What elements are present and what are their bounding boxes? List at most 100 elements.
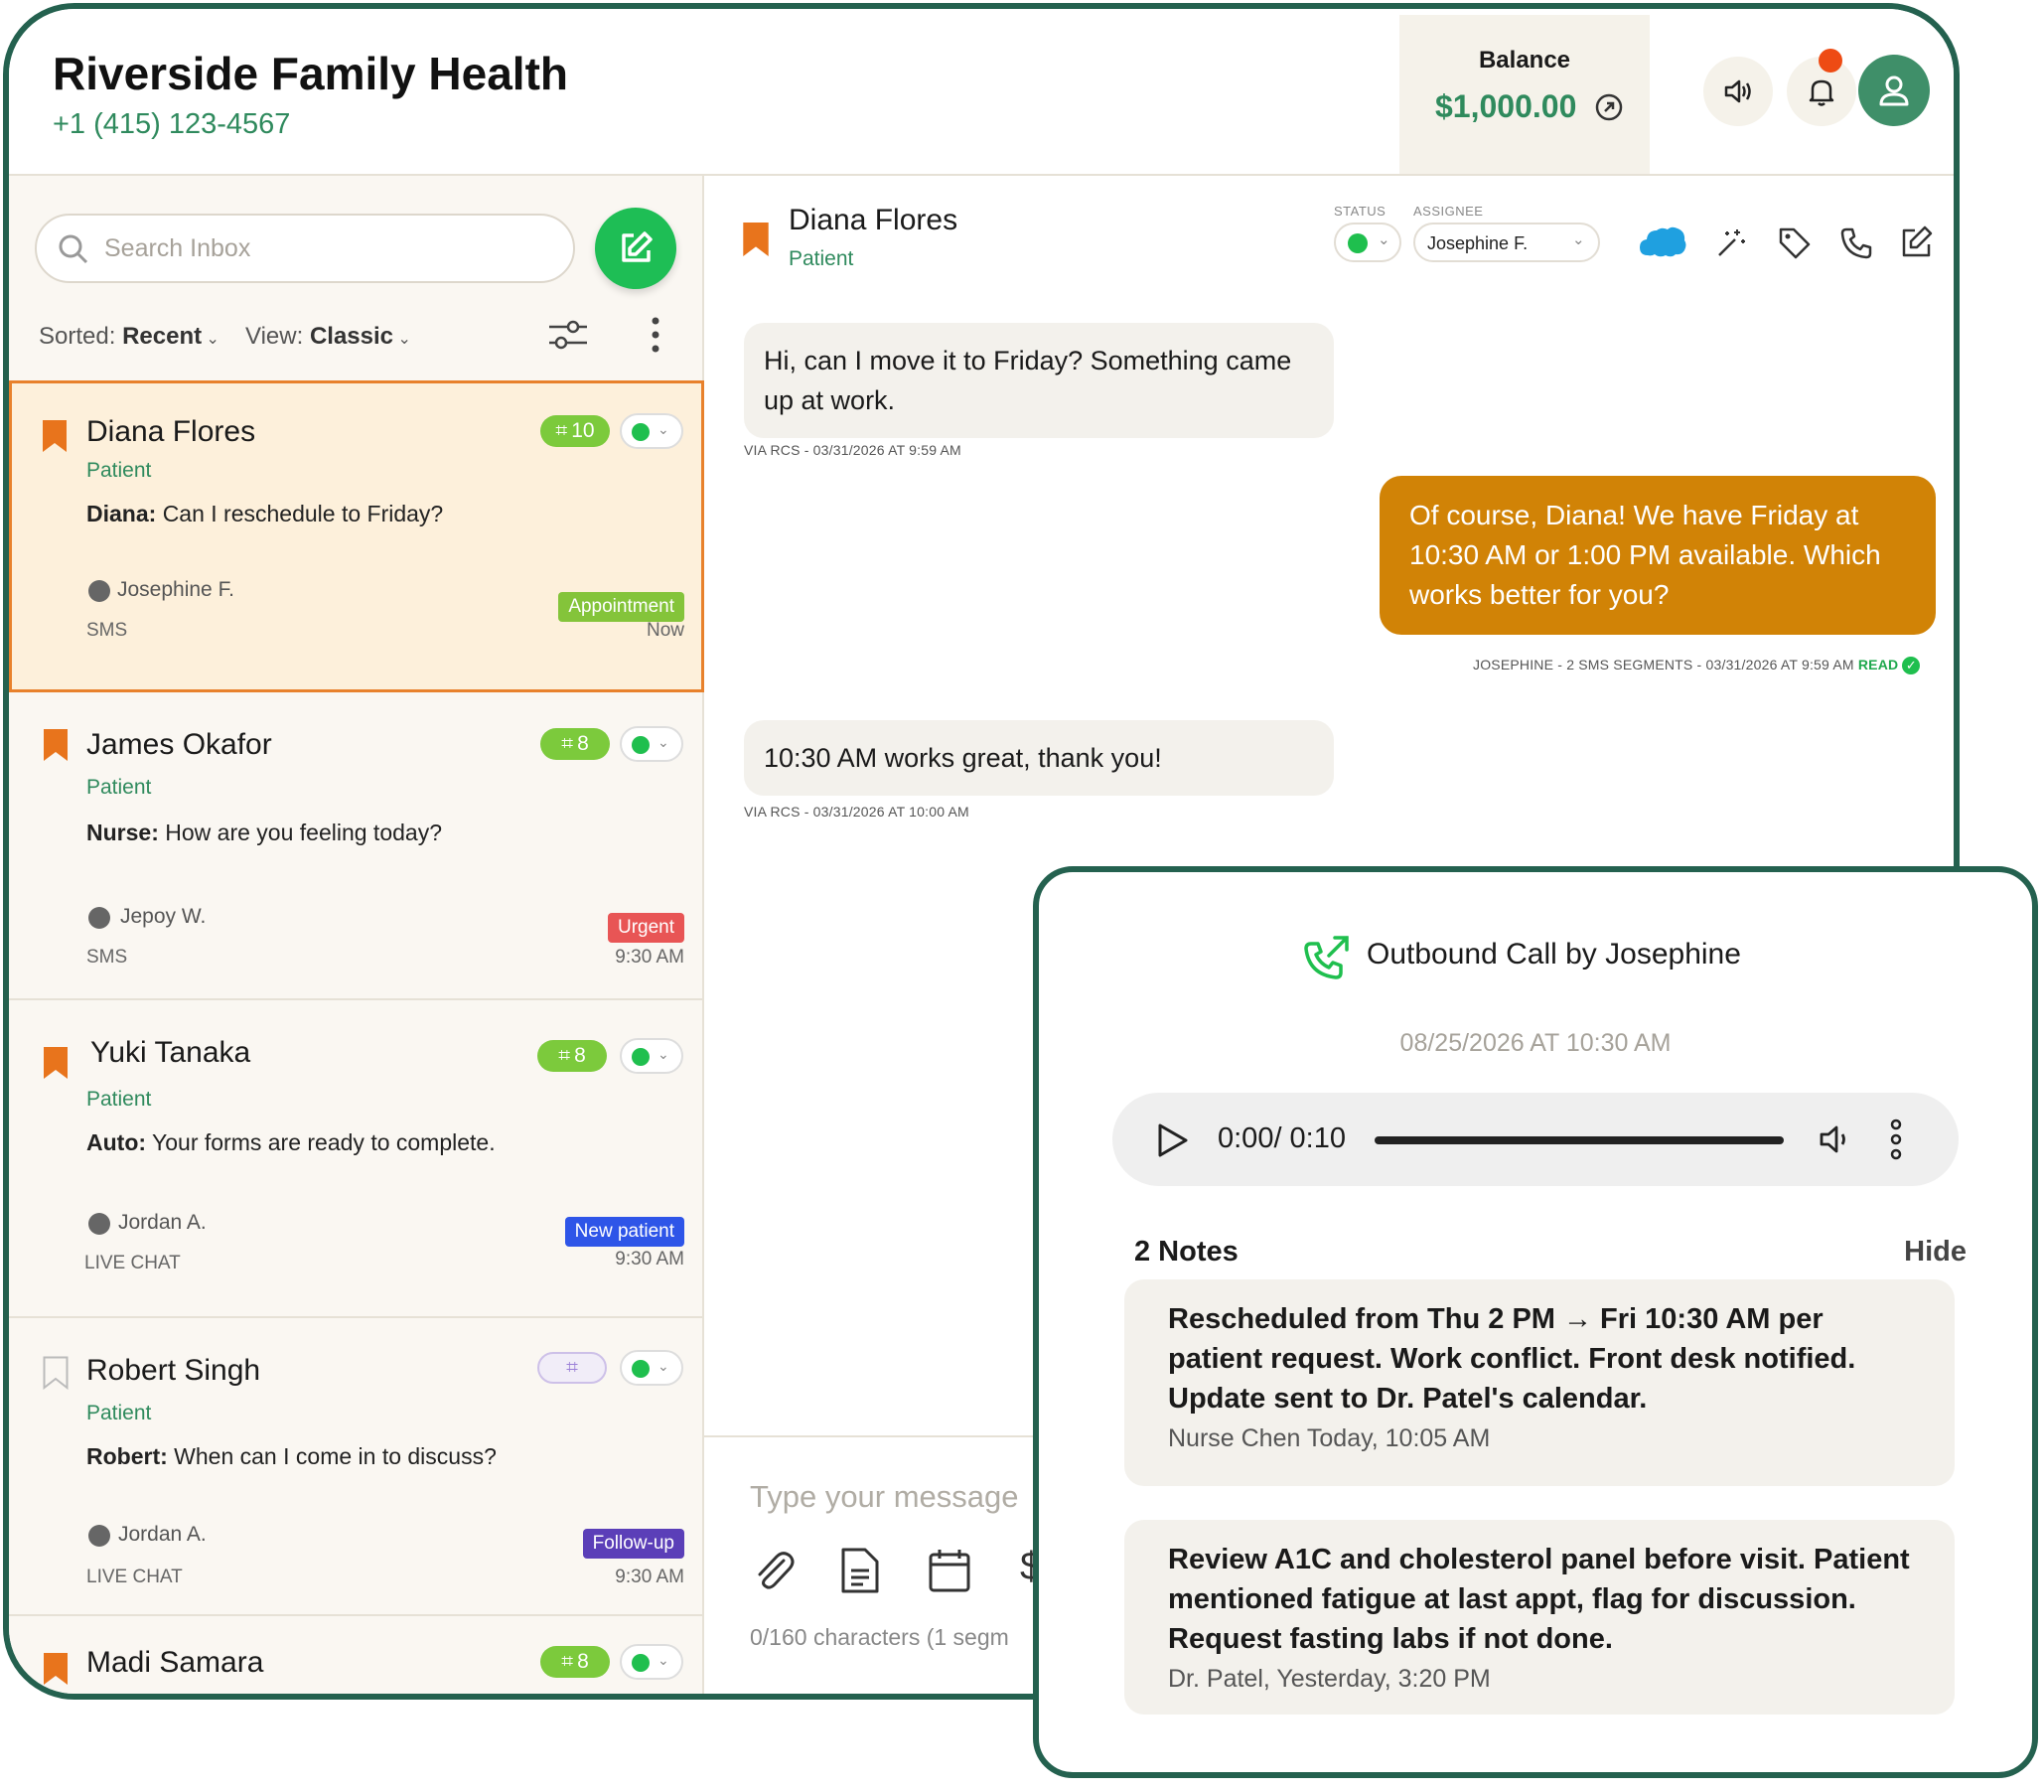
status-toggle[interactable]: ⌄ [620,1644,683,1680]
agent-name: Jepoy W. [120,905,207,928]
ai-scan-icon: ⌗ [566,1356,578,1379]
sort-dropdown[interactable]: Sorted: Recent ⌄ [39,323,219,351]
count-badge: ⌗ 10 [540,415,610,447]
hide-notes-button[interactable]: Hide [1904,1236,1967,1269]
status-toggle[interactable]: ⌄ [620,726,683,762]
contact-type: Patient [789,247,854,270]
agent-name: Jordan A. [118,1211,207,1234]
message-text: When can I come in to discuss? [174,1443,497,1469]
bookmark-icon[interactable] [742,222,770,257]
assignee-select[interactable]: Josephine F. ⌄ [1413,223,1600,262]
phone-icon[interactable] [1838,225,1874,261]
count-badge: ⌗ 8 [537,1040,607,1072]
sender: Auto: [86,1129,147,1155]
conversation-item[interactable]: Robert Singh Patient Robert: When can I … [9,1318,704,1616]
paperclip-icon[interactable] [750,1547,798,1594]
contact-name: Yuki Tanaka [90,1036,251,1069]
last-message: Robert: When can I come in to discuss? [86,1443,497,1470]
agent-avatar [88,1213,110,1235]
message-input[interactable]: Type your message [750,1479,1019,1515]
timestamp: Now [646,620,684,641]
assignee-value: Josephine F. [1427,233,1529,253]
character-count: 0/160 characters (1 segm [750,1624,1009,1650]
salesforce-cloud-icon[interactable] [1638,224,1687,259]
magic-wand-icon[interactable] [1715,225,1749,259]
volume-icon[interactable] [1818,1120,1857,1158]
contact-name: Madi Samara [86,1646,264,1679]
sender: Nurse: [86,820,159,845]
message-meta: JOSEPHINE - 2 SMS SEGMENTS - 03/31/2026 … [1473,657,1921,675]
speaker-icon [1724,79,1751,103]
agent-avatar [88,1525,110,1547]
chevron-down-icon: ⌄ [1378,231,1390,248]
compose-button[interactable] [595,208,676,289]
balance-panel[interactable]: Balance $1,000.00 [1399,15,1650,174]
ai-scan-icon: ⌗ [561,1650,574,1673]
agent-name: Jordan A. [118,1523,207,1546]
message-text: Your forms are ready to complete. [152,1129,496,1155]
bookmark-icon[interactable] [43,728,69,762]
conversation-item[interactable]: Yuki Tanaka Patient Auto: Your forms are… [9,1000,704,1318]
sort-value: Recent [122,323,203,350]
more-vertical-icon[interactable] [649,315,662,355]
chevron-down-icon: ⌄ [1572,231,1585,248]
tag-badge[interactable]: New patient [564,1217,684,1247]
status-select[interactable]: ⌄ [1334,223,1401,262]
note-author: Nurse Chen Today, 10:05 AM [1168,1424,1491,1452]
bookmark-icon[interactable] [43,1356,69,1390]
tag-badge[interactable]: Urgent [607,913,684,943]
org-name: Riverside Family Health [53,48,568,99]
conversation-item[interactable]: James Okafor Patient Nurse: How are you … [9,692,704,1000]
tag-badge[interactable]: Appointment [558,592,684,622]
calendar-icon[interactable] [927,1547,972,1594]
external-link-icon[interactable] [1594,92,1624,122]
bookmark-icon[interactable] [43,1652,69,1686]
status-toggle[interactable]: ⌄ [620,1038,683,1074]
note-card: Rescheduled from Thu 2 PM → Fri 10:30 AM… [1124,1279,1955,1486]
agent-name: Josephine F. [117,578,234,601]
play-icon[interactable] [1156,1122,1190,1158]
view-dropdown[interactable]: View: Classic ⌄ [245,323,411,351]
filter-icon[interactable] [545,315,591,355]
view-value: Classic [309,323,393,350]
sort-label: Sorted: [39,323,116,350]
read-status: READ [1857,657,1899,672]
divider [704,174,1954,176]
bell-icon [1809,79,1834,106]
contact-type: Patient [86,1402,152,1424]
assignee-label: ASSIGNEE [1413,204,1484,219]
search-placeholder: Search Inbox [104,234,251,262]
org-phone: +1 (415) 123-4567 [53,108,291,140]
edit-icon [622,231,653,262]
more-vertical-icon[interactable] [1889,1119,1903,1160]
message-text: How are you feeling today? [165,820,442,845]
note-card: Review A1C and cholesterol panel before … [1124,1520,1955,1715]
edit-icon[interactable] [1898,224,1936,261]
notes-heading: 2 Notes [1134,1236,1239,1268]
count-value: 8 [574,1044,586,1067]
search-input[interactable]: Search Inbox [35,214,575,283]
outbound-message: Of course, Diana! We have Friday at 10:3… [1380,476,1936,635]
status-toggle[interactable]: ⌄ [620,1350,683,1386]
contact-name: Robert Singh [86,1354,261,1387]
agent-avatar [88,580,110,602]
count-badge: ⌗ 8 [540,728,610,760]
chevron-down-icon: ⌄ [393,331,411,348]
bookmark-icon[interactable] [43,1046,69,1080]
tag-icon[interactable] [1777,225,1813,261]
timestamp: 9:30 AM [615,1567,684,1587]
contact-type: Patient [86,1088,152,1111]
progress-track[interactable] [1375,1136,1784,1144]
conversation-item[interactable]: Diana Flores Patient Diana: Can I resche… [9,380,704,692]
last-message: Nurse: How are you feeling today? [86,820,442,846]
sound-button[interactable] [1703,57,1773,126]
document-icon[interactable] [839,1547,881,1594]
top-bar: Riverside Family Health +1 (415) 123-456… [9,9,1954,174]
status-toggle[interactable]: ⌄ [620,413,683,449]
conversation-item[interactable]: Madi Samara Patient ⌗8 ⌄ [9,1616,704,1694]
notification-badge [1819,49,1842,73]
tag-badge[interactable]: Follow-up [582,1529,684,1559]
message-meta: VIA RCS - 03/31/2026 AT 9:59 AM [744,442,961,458]
user-avatar[interactable] [1858,55,1930,126]
bookmark-icon[interactable] [42,419,68,453]
